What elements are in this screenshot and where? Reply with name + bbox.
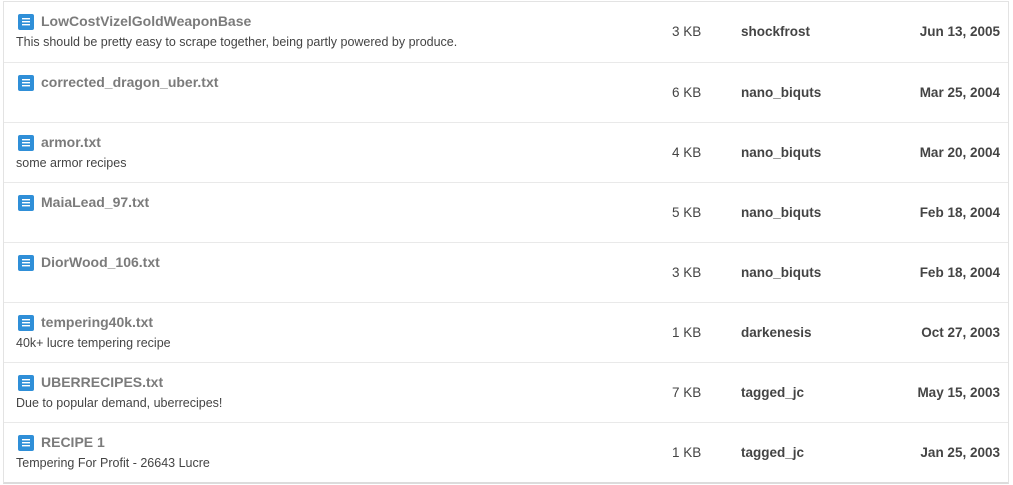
file-author-link[interactable]: nano_biquts — [741, 145, 821, 160]
file-name-link[interactable]: UBERRECIPES.txt — [41, 374, 163, 390]
file-author-link[interactable]: nano_biquts — [741, 85, 821, 100]
document-icon — [18, 195, 34, 211]
file-size: 7 KB — [672, 385, 702, 400]
file-row[interactable]: armor.txt some armor recipes 4 KB nano_b… — [4, 122, 1008, 182]
document-icon — [18, 375, 34, 391]
file-name-link[interactable]: LowCostVizelGoldWeaponBase — [41, 13, 251, 29]
file-description: some armor recipes — [16, 156, 127, 170]
file-row[interactable]: DiorWood_106.txt 3 KB nano_biquts Feb 18… — [4, 242, 1008, 302]
file-row[interactable]: LowCostVizelGoldWeaponBase This should b… — [4, 2, 1008, 62]
document-icon — [18, 435, 34, 451]
document-icon — [18, 135, 34, 151]
file-row[interactable]: RECIPE 1 Tempering For Profit - 26643 Lu… — [4, 422, 1008, 482]
file-row[interactable]: MaiaLead_97.txt 5 KB nano_biquts Feb 18,… — [4, 182, 1008, 242]
file-name-link[interactable]: corrected_dragon_uber.txt — [41, 74, 218, 90]
file-name-link[interactable]: DiorWood_106.txt — [41, 254, 160, 270]
document-icon — [18, 315, 34, 331]
document-icon — [18, 75, 34, 91]
file-name-link[interactable]: tempering40k.txt — [41, 314, 153, 330]
file-size: 3 KB — [672, 24, 702, 39]
file-date: Jan 25, 2003 — [920, 445, 1000, 460]
file-row[interactable]: corrected_dragon_uber.txt 6 KB nano_biqu… — [4, 62, 1008, 122]
file-description: Tempering For Profit - 26643 Lucre — [16, 456, 210, 470]
file-row[interactable]: UBERRECIPES.txt Due to popular demand, u… — [4, 362, 1008, 422]
file-list: LowCostVizelGoldWeaponBase This should b… — [3, 1, 1009, 484]
file-date: Feb 18, 2004 — [919, 205, 1000, 220]
file-size: 6 KB — [672, 85, 702, 100]
document-icon — [18, 255, 34, 271]
file-size: 1 KB — [672, 325, 702, 340]
file-date: Jun 13, 2005 — [919, 24, 1000, 39]
file-size: 1 KB — [672, 445, 702, 460]
file-date: Oct 27, 2003 — [921, 325, 1000, 340]
file-author-link[interactable]: tagged_jc — [741, 385, 804, 400]
file-author-link[interactable]: shockfrost — [741, 24, 810, 39]
file-description: Due to popular demand, uberrecipes! — [16, 396, 223, 410]
file-size: 5 KB — [672, 205, 702, 220]
file-date: Mar 25, 2004 — [919, 85, 1000, 100]
file-date: Feb 18, 2004 — [919, 265, 1000, 280]
file-size: 4 KB — [672, 145, 702, 160]
file-date: Mar 20, 2004 — [919, 145, 1000, 160]
file-author-link[interactable]: tagged_jc — [741, 445, 804, 460]
file-row[interactable]: tempering40k.txt 40k+ lucre tempering re… — [4, 302, 1008, 362]
file-date: May 15, 2003 — [917, 385, 1000, 400]
file-size: 3 KB — [672, 265, 702, 280]
file-name-link[interactable]: RECIPE 1 — [41, 434, 105, 450]
file-author-link[interactable]: nano_biquts — [741, 265, 821, 280]
file-name-link[interactable]: MaiaLead_97.txt — [41, 194, 149, 210]
document-icon — [18, 14, 34, 30]
file-description: 40k+ lucre tempering recipe — [16, 336, 171, 350]
file-author-link[interactable]: darkenesis — [741, 325, 812, 340]
file-name-link[interactable]: armor.txt — [41, 134, 101, 150]
file-author-link[interactable]: nano_biquts — [741, 205, 821, 220]
file-description: This should be pretty easy to scrape tog… — [16, 35, 458, 49]
